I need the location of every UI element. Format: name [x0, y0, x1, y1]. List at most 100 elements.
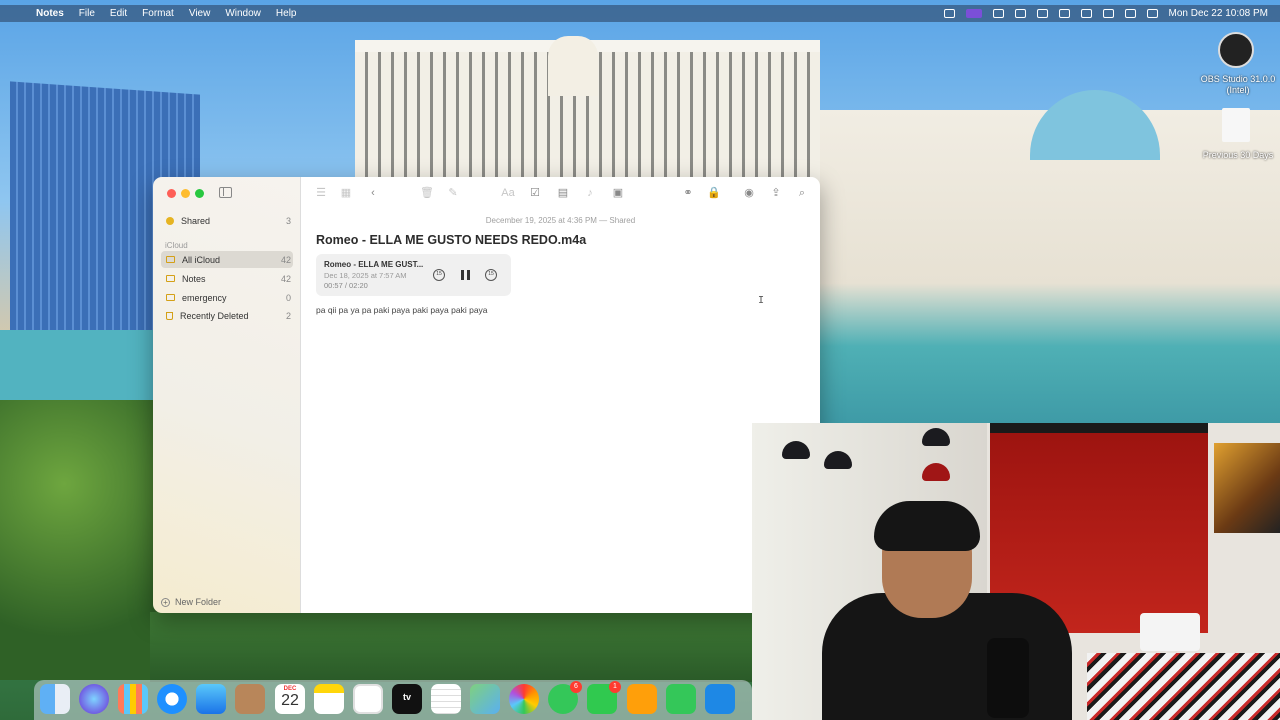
sidebar-item-count: 0 — [285, 292, 291, 303]
menu-edit[interactable]: Edit — [110, 8, 127, 19]
status-area: Mon Dec 22 10:08 PM — [943, 5, 1269, 22]
note-editor: ☰ ▦ ‹ 🗑 ✎ Aa ☑ ▤ ♪ ▣ ⚭ 🔒 ◉ ⇪ ⌕ December … — [301, 177, 820, 613]
sidebar-item-label: emergency — [182, 292, 227, 303]
menu-view[interactable]: View — [189, 8, 211, 19]
gallery-view-icon[interactable]: ▦ — [339, 186, 353, 200]
lock-icon[interactable]: 🔒 — [707, 186, 721, 200]
menu-window[interactable]: Window — [225, 8, 261, 19]
obs-status-icon[interactable] — [992, 9, 1004, 18]
reminders-icon[interactable] — [431, 684, 461, 714]
media-icon[interactable]: ▣ — [611, 186, 625, 200]
pause-button[interactable] — [461, 270, 470, 280]
new-folder-button[interactable]: + New Folder — [161, 597, 221, 607]
sidebar-item-count: 42 — [280, 273, 291, 284]
search-icon[interactable]: ⌕ — [795, 186, 809, 200]
sidebar-item-recently-deleted[interactable]: Recently Deleted 2 — [161, 307, 293, 324]
siri-dock-icon[interactable] — [79, 684, 109, 714]
notes-window: Shared 3 iCloud All iCloud 42 Notes 42 e… — [153, 177, 820, 613]
battery-icon[interactable] — [1058, 9, 1070, 18]
sidebar-item-label: Shared — [181, 215, 211, 226]
menu-app-name[interactable]: Notes — [36, 8, 64, 19]
delete-icon[interactable]: 🗑 — [420, 186, 434, 200]
webcam-basket — [1140, 613, 1200, 651]
document-desktop-label: Previous 30 Days — [1202, 150, 1274, 160]
back-chevron-icon[interactable]: ‹ — [366, 186, 380, 200]
sidebar-item-count: 3 — [285, 215, 291, 226]
share-icon[interactable]: ⇪ — [769, 186, 783, 200]
control-center-icon[interactable] — [1124, 9, 1136, 18]
sidebar-toggle-icon[interactable] — [219, 187, 232, 198]
sidebar-item-all-icloud[interactable]: All iCloud 42 — [161, 251, 293, 268]
play-status-icon[interactable] — [1014, 9, 1026, 18]
table-icon[interactable]: ▤ — [556, 186, 570, 200]
folder-icon — [166, 256, 175, 263]
contacts-icon[interactable] — [235, 684, 265, 714]
sidebar-item-label: All iCloud — [182, 254, 221, 265]
webcam-blanket — [1087, 653, 1280, 720]
maps-icon[interactable] — [470, 684, 500, 714]
siri-icon[interactable] — [1146, 9, 1158, 18]
photos-icon[interactable] — [509, 684, 539, 714]
sidebar-item-shared[interactable]: Shared 3 — [161, 212, 293, 229]
menu-help[interactable]: Help — [276, 8, 297, 19]
note-date: December 19, 2025 at 4:36 PM — Shared — [485, 216, 636, 225]
sidebar-item-count: 2 — [285, 310, 291, 321]
wallpaper-fountain — [0, 330, 160, 410]
zoom-button[interactable] — [195, 189, 204, 198]
minimize-button[interactable] — [181, 189, 190, 198]
format-text-icon[interactable]: Aa — [501, 186, 515, 200]
sidebar-item-label: Notes — [182, 273, 206, 284]
compose-icon[interactable]: ✎ — [446, 186, 460, 200]
sidebar-item-count: 42 — [280, 254, 291, 265]
list-view-icon[interactable]: ☰ — [314, 186, 328, 200]
share-status-icon[interactable]: ◉ — [742, 186, 756, 200]
notes-dock-icon[interactable] — [314, 684, 344, 714]
wallpaper-tower — [548, 36, 598, 96]
audio-record-icon[interactable]: ♪ — [583, 186, 597, 200]
audio-player[interactable]: Romeo - ELLA ME GUST... Dec 18, 2025 at … — [316, 254, 511, 296]
webcam-person-hair — [874, 501, 980, 551]
screen-record-icon[interactable] — [943, 9, 955, 18]
safari-icon[interactable] — [157, 684, 187, 714]
menu-format[interactable]: Format — [142, 8, 174, 19]
obs-desktop-icon[interactable] — [1218, 32, 1254, 68]
freeform-icon[interactable] — [353, 684, 383, 714]
note-title[interactable]: Romeo - ELLA ME GUSTO NEEDS REDO.m4a — [316, 233, 586, 247]
wallpaper-dome — [1030, 90, 1160, 160]
notes-sidebar: Shared 3 iCloud All iCloud 42 Notes 42 e… — [153, 177, 301, 613]
audio-time: 00:57 / 02:20 — [324, 281, 368, 290]
menu-bar: Notes File Edit Format View Window Help … — [0, 5, 1280, 22]
close-button[interactable] — [167, 189, 176, 198]
sidebar-item-notes[interactable]: Notes 42 — [161, 270, 293, 287]
numbers-icon[interactable] — [666, 684, 696, 714]
new-folder-label: New Folder — [175, 597, 222, 607]
sidebar-item-emergency[interactable]: emergency 0 — [161, 289, 293, 306]
bluetooth-icon[interactable] — [1036, 9, 1048, 18]
launchpad-icon[interactable] — [118, 684, 148, 714]
wifi-icon[interactable] — [1080, 9, 1092, 18]
tv-label: tv — [402, 692, 411, 702]
note-body[interactable]: pa qii pa ya pa paki paya paki paya paki… — [316, 305, 488, 315]
webcam-overlay — [752, 423, 1280, 720]
mail-icon[interactable] — [196, 684, 226, 714]
shared-icon — [166, 216, 174, 225]
audio-title: Romeo - ELLA ME GUST... — [324, 260, 424, 269]
skip-back-button[interactable]: 15 — [433, 269, 445, 281]
spotlight-icon[interactable] — [1102, 9, 1114, 18]
folder-icon — [166, 275, 175, 282]
text-cursor-icon: I — [758, 295, 765, 306]
document-desktop-icon[interactable] — [1222, 108, 1250, 142]
keynote-icon[interactable] — [705, 684, 735, 714]
collaborate-icon[interactable]: ⚭ — [681, 186, 695, 200]
pages-icon[interactable] — [627, 684, 657, 714]
display-icon[interactable] — [965, 9, 982, 18]
webcam-microphone — [987, 638, 1029, 718]
sidebar-item-label: Recently Deleted — [180, 310, 249, 321]
skip-forward-button[interactable]: 15 — [485, 269, 497, 281]
sidebar-section-icloud: iCloud — [165, 241, 188, 250]
menu-file[interactable]: File — [79, 8, 95, 19]
wallpaper-greenery — [0, 400, 160, 680]
menu-clock[interactable]: Mon Dec 22 10:08 PM — [1169, 8, 1269, 19]
checklist-icon[interactable]: ☑ — [528, 186, 542, 200]
finder-icon[interactable] — [40, 684, 70, 714]
